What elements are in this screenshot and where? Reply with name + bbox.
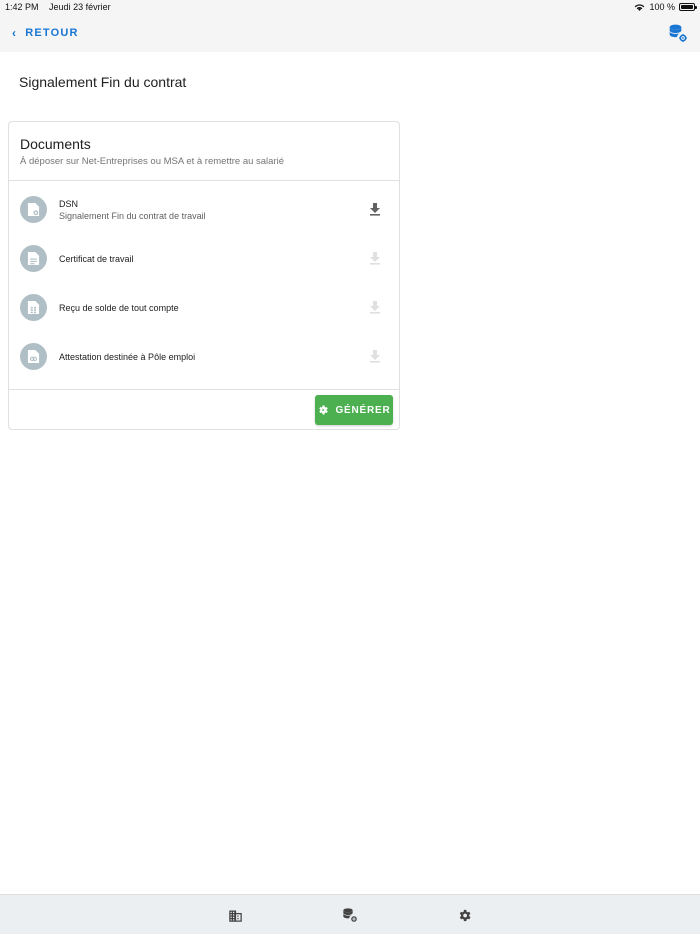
list-item: Reçu de solde de tout compte — [9, 283, 399, 332]
document-title: DSN — [59, 198, 79, 209]
card-subtitle: À déposer sur Net-Entreprises ou MSA et … — [20, 156, 285, 167]
generate-label: GÉNÉRER — [335, 404, 391, 416]
file-link-icon — [20, 343, 47, 370]
database-settings-icon[interactable] — [668, 23, 688, 43]
status-date: Jeudi 23 février — [49, 2, 111, 12]
page-title: Signalement Fin du contrat — [19, 74, 187, 90]
download-button[interactable] — [363, 198, 387, 222]
download-button-disabled[interactable] — [363, 247, 387, 271]
database-settings-icon — [343, 908, 357, 922]
list-item: DSN Signalement Fin du contrat de travai… — [9, 185, 399, 234]
chevron-left-icon: ‹ — [12, 26, 18, 40]
wifi-icon — [635, 4, 645, 11]
nav-settings[interactable] — [456, 907, 472, 923]
list-item: Attestation destinée à Pôle emploi — [9, 332, 399, 381]
list-item: Certificat de travail — [9, 234, 399, 283]
download-icon — [370, 203, 380, 216]
card-footer: GÉNÉRER — [9, 389, 399, 430]
status-bar: 1:42 PM Jeudi 23 février 100 % — [0, 0, 700, 14]
download-button-disabled[interactable] — [363, 296, 387, 320]
document-title: Attestation destinée à Pôle emploi — [59, 351, 196, 362]
back-label: RETOUR — [25, 27, 79, 39]
document-subtitle: Signalement Fin du contrat de travail — [59, 210, 206, 221]
bottom-nav — [0, 894, 700, 934]
nav-database[interactable] — [342, 907, 358, 923]
file-table-icon — [20, 294, 47, 321]
documents-card: Documents À déposer sur Net-Entreprises … — [8, 121, 400, 430]
back-button[interactable]: ‹ RETOUR — [12, 27, 79, 39]
battery-percent: 100 % — [649, 2, 675, 12]
card-header: Documents À déposer sur Net-Entreprises … — [9, 122, 399, 181]
download-button-disabled[interactable] — [363, 345, 387, 369]
status-time: 1:42 PM — [5, 2, 39, 12]
file-document-icon — [20, 245, 47, 272]
document-title: Reçu de solde de tout compte — [59, 302, 179, 313]
nav-company[interactable] — [227, 907, 243, 923]
gear-icon — [459, 909, 470, 921]
gear-play-icon — [319, 405, 329, 415]
document-title: Certificat de travail — [59, 253, 134, 264]
battery-icon — [679, 3, 697, 11]
document-list: DSN Signalement Fin du contrat de travai… — [9, 181, 399, 389]
generate-button[interactable]: GÉNÉRER — [315, 395, 393, 425]
app-bar: ‹ RETOUR — [0, 14, 700, 52]
download-icon — [370, 252, 380, 265]
file-settings-icon — [20, 196, 47, 223]
card-title: Documents — [20, 136, 91, 152]
building-icon — [228, 910, 242, 922]
download-icon — [370, 301, 380, 314]
download-icon — [370, 350, 380, 363]
